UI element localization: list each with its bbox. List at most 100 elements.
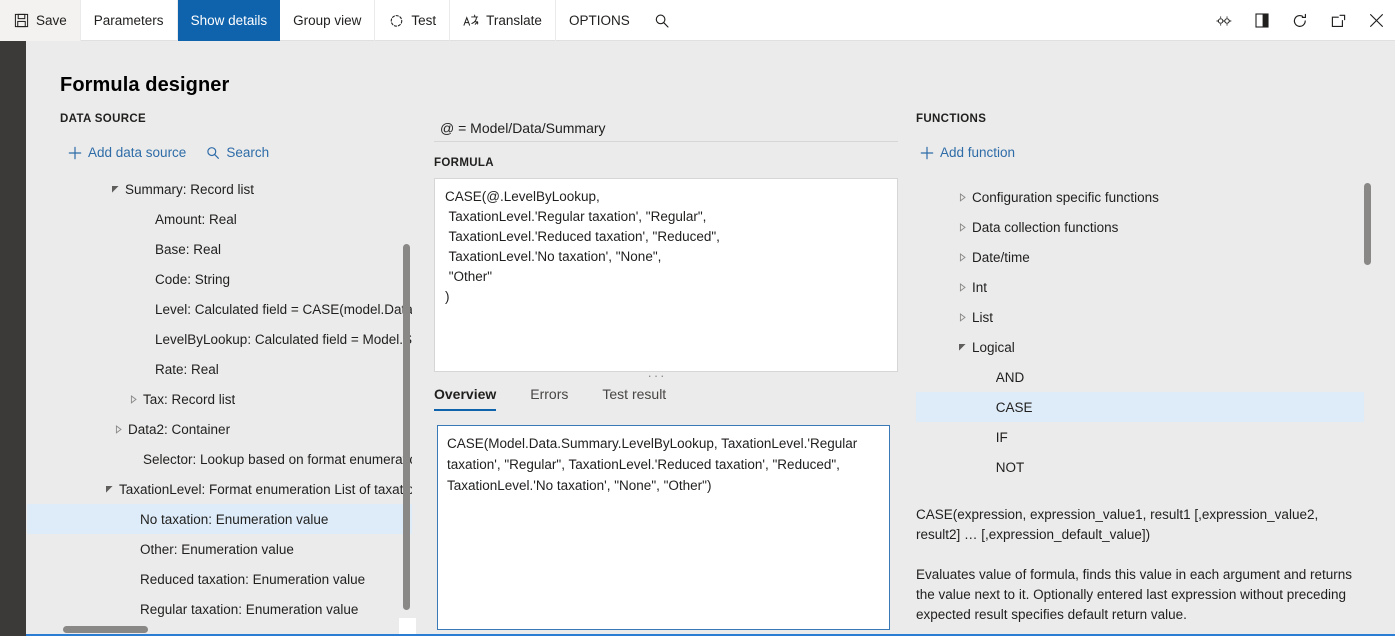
- functions-item-row[interactable]: IF: [916, 422, 1364, 452]
- chevron-right-icon[interactable]: [952, 253, 972, 262]
- command-bar-left: Save Parameters Show details Group view …: [0, 0, 681, 40]
- tab-test-result[interactable]: Test result: [602, 386, 682, 411]
- command-bar: Save Parameters Show details Group view …: [0, 0, 1395, 41]
- data-source-item-row[interactable]: Code: String: [27, 264, 412, 294]
- show-details-button[interactable]: Show details: [178, 0, 281, 41]
- formula-editor[interactable]: CASE(@.LevelByLookup, TaxationLevel.'Reg…: [434, 178, 898, 372]
- functions-item-row[interactable]: Logical: [916, 332, 1364, 362]
- chevron-down-icon[interactable]: [99, 485, 119, 494]
- data-source-item-label: Rate: Real: [155, 362, 219, 377]
- parameters-button-label: Parameters: [94, 14, 164, 28]
- popout-window-icon: [1330, 13, 1346, 29]
- data-source-item-row[interactable]: Selector: Lookup based on format enumera…: [27, 444, 412, 474]
- add-data-source-button[interactable]: Add data source: [68, 146, 186, 160]
- chevron-right-icon[interactable]: [123, 395, 143, 404]
- functions-tree[interactable]: Configuration specific functions Data col…: [916, 182, 1364, 492]
- close-window-button[interactable]: [1357, 0, 1395, 41]
- plus-icon: [920, 146, 934, 160]
- data-source-item-label: Reduced taxation: Enumeration value: [140, 572, 365, 587]
- panel-split-icon: [1254, 13, 1270, 29]
- functions-item-row[interactable]: NOT: [916, 452, 1364, 482]
- functions-item-label: Configuration specific functions: [972, 190, 1159, 205]
- functions-item-label: Date/time: [972, 250, 1030, 265]
- data-source-item-row[interactable]: Data2: Container: [27, 414, 412, 444]
- data-source-item-row[interactable]: TaxationLevel: Format enumeration List o…: [27, 474, 412, 504]
- tab-test-result-label: Test result: [602, 386, 666, 402]
- data-source-tree[interactable]: Summary: Record list Amount: Real Base: Re…: [27, 174, 412, 624]
- popout-window-button[interactable]: [1319, 0, 1357, 41]
- data-source-item-row[interactable]: Reduced taxation: Enumeration value: [27, 564, 412, 594]
- functions-item-row[interactable]: AND: [916, 362, 1364, 392]
- left-navigation-rail[interactable]: [0, 41, 26, 636]
- add-function-button[interactable]: Add function: [920, 146, 1015, 160]
- functions-item-row[interactable]: CASE: [916, 392, 1364, 422]
- tab-errors-label: Errors: [530, 386, 568, 402]
- chevron-right-icon[interactable]: [952, 223, 972, 232]
- data-source-item-row[interactable]: Base: Real: [27, 234, 412, 264]
- data-source-item-label: Amount: Real: [155, 212, 237, 227]
- data-source-item-row[interactable]: Other: Enumeration value: [27, 534, 412, 564]
- functions-item-label: NOT: [996, 460, 1025, 475]
- chevron-right-icon[interactable]: [952, 283, 972, 292]
- data-source-vscroll-thumb[interactable]: [403, 244, 410, 610]
- data-source-item-label: Selector: Lookup based on format enumera…: [143, 452, 412, 467]
- tab-errors[interactable]: Errors: [530, 386, 584, 411]
- data-source-item-label: Tax: Record list: [143, 392, 235, 407]
- refresh-dotted-icon: [388, 13, 404, 29]
- functions-item-label: Int: [972, 280, 987, 295]
- plus-icon: [68, 146, 82, 160]
- close-icon: [1368, 13, 1384, 29]
- functions-item-row[interactable]: Date/time: [916, 242, 1364, 272]
- data-source-item-row[interactable]: Level: Calculated field = CASE(model.Dat…: [27, 294, 412, 324]
- save-icon: [13, 13, 29, 29]
- group-view-button[interactable]: Group view: [280, 0, 375, 41]
- data-source-item-label: Base: Real: [155, 242, 221, 257]
- search-button[interactable]: [643, 0, 681, 41]
- data-source-item-row[interactable]: Summary: Record list: [27, 174, 412, 204]
- overview-panel[interactable]: CASE(Model.Data.Summary.LevelByLookup, T…: [437, 425, 890, 630]
- group-view-button-label: Group view: [293, 14, 361, 28]
- data-source-item-label: Data2: Container: [128, 422, 230, 437]
- data-source-item-row[interactable]: Amount: Real: [27, 204, 412, 234]
- functions-item-row[interactable]: Data collection functions: [916, 212, 1364, 242]
- data-source-item-label: Summary: Record list: [125, 182, 254, 197]
- save-button[interactable]: Save: [0, 0, 81, 41]
- chevron-right-icon[interactable]: [952, 313, 972, 322]
- functions-vscroll-thumb[interactable]: [1364, 183, 1371, 265]
- functions-section-label: FUNCTIONS: [916, 113, 986, 125]
- test-button[interactable]: Test: [375, 0, 450, 41]
- data-source-item-label: Level: Calculated field = CASE(model.Dat…: [155, 302, 412, 317]
- options-button[interactable]: OPTIONS: [556, 0, 643, 41]
- refresh-circle-button[interactable]: [1281, 0, 1319, 41]
- search-data-source-button[interactable]: Search: [206, 146, 269, 160]
- data-source-section-label: DATA SOURCE: [60, 113, 146, 125]
- show-details-button-label: Show details: [191, 14, 268, 28]
- tab-overview-label: Overview: [434, 386, 496, 402]
- data-source-hscroll-thumb[interactable]: [63, 626, 148, 633]
- functions-item-label: List: [972, 310, 993, 325]
- data-source-item-row[interactable]: Rate: Real: [27, 354, 412, 384]
- function-description: Evaluates value of formula, finds this v…: [916, 565, 1366, 625]
- panel-split-button[interactable]: [1243, 0, 1281, 41]
- data-source-item-label: LevelByLookup: Calculated field = Model.…: [155, 332, 412, 347]
- search-icon: [206, 146, 220, 160]
- tab-overview[interactable]: Overview: [434, 386, 512, 411]
- formula-resize-grip[interactable]: ···: [646, 371, 668, 381]
- binding-path-field[interactable]: @ = Model/Data/Summary: [434, 114, 898, 142]
- data-source-item-row[interactable]: Tax: Record list: [27, 384, 412, 414]
- functions-item-row[interactable]: List: [916, 302, 1364, 332]
- functions-item-row[interactable]: Configuration specific functions: [916, 182, 1364, 212]
- chevron-right-icon[interactable]: [108, 425, 128, 434]
- chevron-down-icon[interactable]: [105, 185, 125, 194]
- functions-item-label: Data collection functions: [972, 220, 1118, 235]
- translate-button[interactable]: Translate: [450, 0, 556, 41]
- chevron-right-icon[interactable]: [952, 193, 972, 202]
- chevron-down-icon[interactable]: [952, 343, 972, 352]
- parameters-button[interactable]: Parameters: [81, 0, 178, 41]
- data-source-item-row[interactable]: Regular taxation: Enumeration value: [27, 594, 412, 624]
- data-source-item-row[interactable]: LevelByLookup: Calculated field = Model.…: [27, 324, 412, 354]
- data-source-item-row[interactable]: No taxation: Enumeration value: [27, 504, 412, 534]
- settings-gear-button[interactable]: [1205, 0, 1243, 41]
- functions-item-row[interactable]: Int: [916, 272, 1364, 302]
- add-function-label: Add function: [940, 146, 1015, 160]
